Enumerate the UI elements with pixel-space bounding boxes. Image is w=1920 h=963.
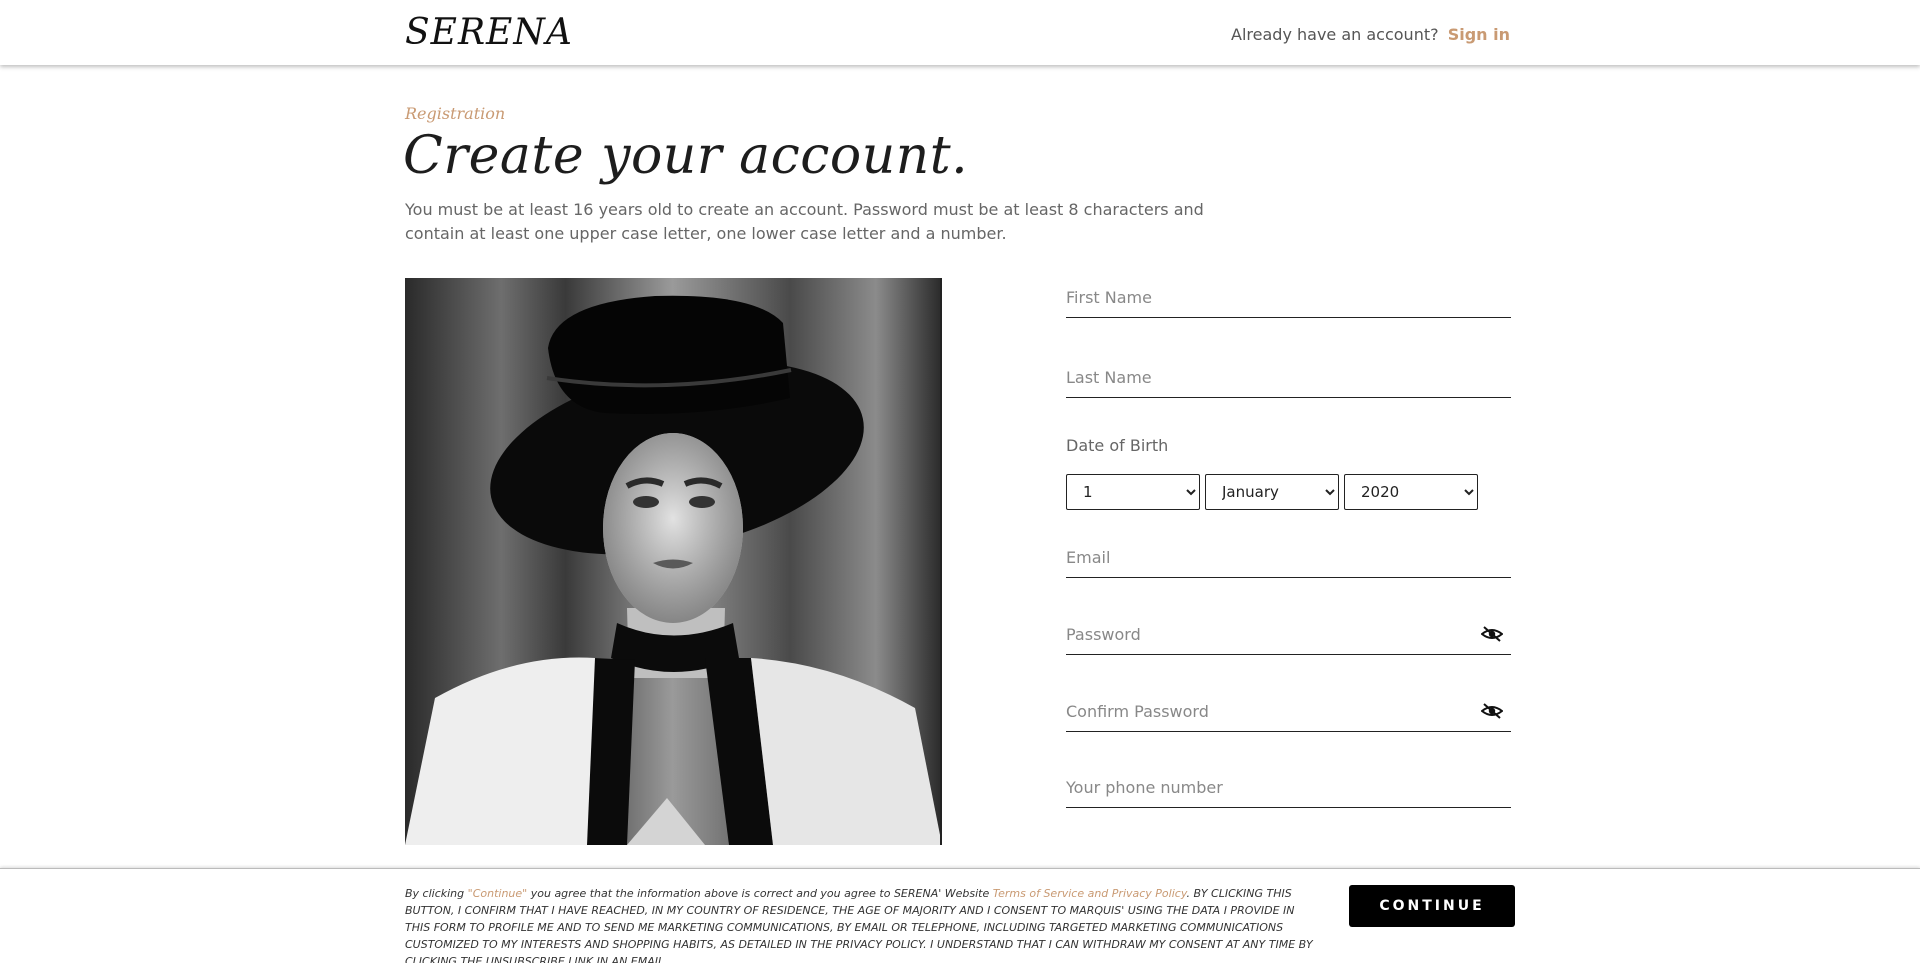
signin-link[interactable]: Sign in xyxy=(1448,25,1510,44)
registration-eyebrow: Registration xyxy=(405,104,506,123)
page-title: Create your account. xyxy=(403,126,969,186)
top-navigation-bar: SERENA Already have an account? Sign in xyxy=(0,0,1920,65)
first-name-input[interactable] xyxy=(1066,278,1511,316)
dob-year-select[interactable]: 2020 xyxy=(1344,474,1478,510)
first-name-field xyxy=(1066,278,1511,318)
date-of-birth-label: Date of Birth xyxy=(1066,436,1169,455)
legal-consent-text: By clicking "Continue" you agree that th… xyxy=(405,885,1315,963)
signin-prompt-container: Already have an account? Sign in xyxy=(1231,25,1510,44)
registration-intro-text: You must be at least 16 years old to cre… xyxy=(405,200,1204,243)
legal-continue-highlight: "Continue" xyxy=(467,887,528,900)
last-name-field xyxy=(1066,358,1511,398)
confirm-password-field xyxy=(1066,692,1511,732)
dob-month-select[interactable]: January xyxy=(1205,474,1339,510)
terms-privacy-link[interactable]: Terms of Service and Privacy Policy xyxy=(993,887,1187,900)
eye-slash-icon[interactable] xyxy=(1480,702,1504,720)
signin-prompt-text: Already have an account? xyxy=(1231,25,1439,44)
consent-footer: By clicking "Continue" you agree that th… xyxy=(0,868,1920,963)
legal-text-part: you agree that the information above is … xyxy=(527,887,993,900)
last-name-input[interactable] xyxy=(1066,358,1511,396)
phone-field xyxy=(1066,768,1511,808)
eye-slash-icon[interactable] xyxy=(1480,625,1504,643)
date-of-birth-selects: 1 January 2020 xyxy=(1066,474,1478,510)
password-input[interactable] xyxy=(1066,615,1511,653)
email-input[interactable] xyxy=(1066,538,1511,576)
email-field xyxy=(1066,538,1511,578)
dob-day-select[interactable]: 1 xyxy=(1066,474,1200,510)
phone-input[interactable] xyxy=(1066,768,1511,806)
brand-logo[interactable]: SERENA xyxy=(405,12,573,53)
confirm-password-input[interactable] xyxy=(1066,692,1511,730)
model-portrait-image xyxy=(405,278,942,845)
continue-button[interactable]: CONTINUE xyxy=(1349,885,1515,927)
legal-text-part: By clicking xyxy=(405,887,468,900)
password-field xyxy=(1066,615,1511,655)
portrait-illustration xyxy=(405,295,940,845)
